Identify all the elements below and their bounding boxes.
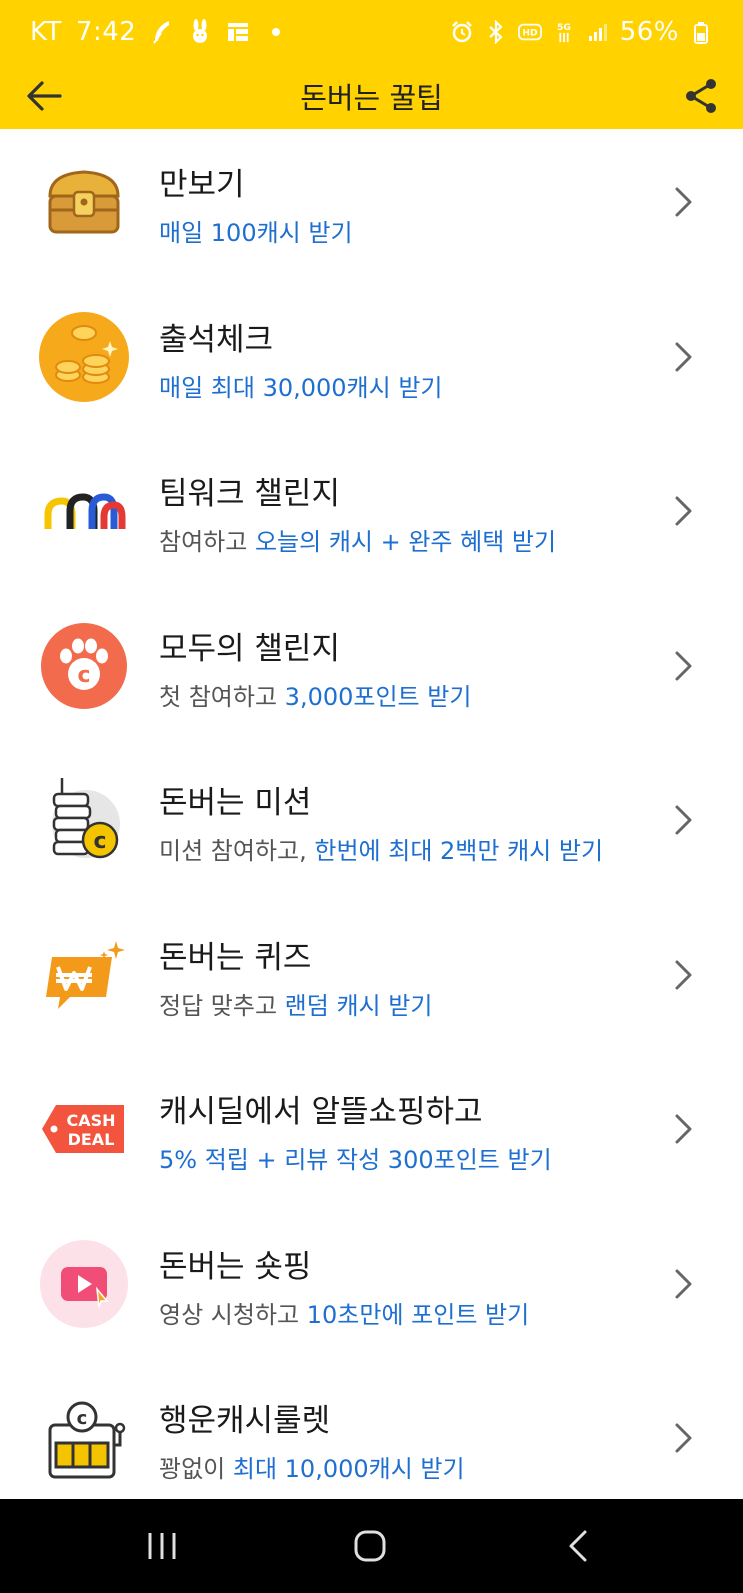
- list-item-earning-mission[interactable]: c 돈버는 미션 미션 참여하고, 한번에 최대 2백만 캐시 받기: [0, 747, 743, 902]
- subtitle-highlight: 3,000포인트 받기: [284, 682, 472, 711]
- rabbit-notification-icon: [188, 18, 212, 46]
- list-item-cash-deal[interactable]: CASH DEAL 캐시딜에서 알뜰쇼핑하고 5% 적립 + 리뷰 작성 300…: [0, 1056, 743, 1211]
- item-subtitle: 매일 최대 30,000캐시 받기: [159, 368, 443, 403]
- item-title: 모두의 챌린지: [159, 630, 340, 667]
- subtitle-plain: 참여하고: [159, 528, 255, 556]
- list-item-attendance[interactable]: 출석체크 매일 최대 30,000캐시 받기: [0, 284, 743, 439]
- share-button[interactable]: [679, 74, 723, 118]
- chevron-right-icon: [675, 342, 692, 371]
- tips-list: 만보기 매일 100캐시 받기 출석체크 매일 최대 30,000캐시 받기 팀…: [0, 129, 743, 1520]
- list-item-earning-shopping[interactable]: 돈버는 숏핑 영상 시청하고 10초만에 포인트 받기: [0, 1211, 743, 1366]
- feather-notification-icon: [150, 18, 174, 46]
- dot-notification-icon: [264, 18, 288, 46]
- item-title: 돈버는 퀴즈: [159, 939, 312, 976]
- subtitle-plain: 꽝없이: [159, 1455, 233, 1483]
- battery-icon: [689, 18, 713, 46]
- svg-text:c: c: [93, 829, 106, 854]
- svg-text:c: c: [77, 663, 90, 688]
- video-play-icon: [38, 1238, 130, 1330]
- subtitle-highlight: 5% 적립 + 리뷰 작성 300포인트 받기: [159, 1146, 552, 1174]
- paw-coin-icon: c: [38, 620, 130, 712]
- alarm-icon: [450, 18, 474, 46]
- 5g-signal-icon: 5G: [552, 18, 576, 46]
- item-title: 만보기: [159, 167, 245, 203]
- subtitle-highlight: 랜덤 캐시 받기: [284, 991, 433, 1020]
- item-title: 돈버는 숏핑: [159, 1248, 312, 1285]
- system-navigation-bar: [0, 1499, 743, 1593]
- list-item-pedometer[interactable]: 만보기 매일 100캐시 받기: [0, 129, 743, 284]
- app-header: KT 7:42 HD 5G 56% 돈버는 꿀팁: [0, 0, 743, 129]
- item-subtitle: 꽝없이 최대 10,000캐시 받기: [159, 1449, 465, 1484]
- system-back-button[interactable]: [548, 1521, 608, 1571]
- title-bar: 돈버는 꿀팁: [0, 66, 743, 129]
- bluetooth-icon: [484, 18, 508, 46]
- coin-stack-icon: c: [38, 774, 130, 866]
- subtitle-highlight: 매일 최대 30,000캐시 받기: [159, 373, 443, 402]
- cell-signal-icon: [586, 18, 610, 46]
- item-title: 팀워크 챌린지: [159, 476, 340, 512]
- clock-time: 7:42: [75, 17, 137, 47]
- chevron-right-icon: [675, 1269, 692, 1298]
- home-icon: [354, 1530, 386, 1562]
- quiz-won-icon: [38, 929, 130, 1021]
- subtitle-highlight: 최대 10,000캐시 받기: [232, 1455, 465, 1483]
- cash-deal-tag-icon: CASH DEAL: [38, 1083, 130, 1175]
- recent-apps-button[interactable]: [132, 1521, 192, 1571]
- chevron-right-icon: [675, 187, 692, 217]
- svg-text:5G: 5G: [557, 22, 571, 33]
- page-title: 돈버는 꿀팁: [300, 81, 443, 115]
- list-item-earning-quiz[interactable]: 돈버는 퀴즈 정답 맞추고 랜덤 캐시 받기: [0, 902, 743, 1057]
- slot-machine-icon: c: [38, 1392, 130, 1484]
- item-subtitle: 참여하고 오늘의 캐시 + 완주 혜택 받기: [159, 522, 556, 557]
- deal-tag-text: DEAL: [68, 1130, 115, 1149]
- treasure-chest-icon: [38, 156, 130, 248]
- chevron-right-icon: [675, 496, 692, 526]
- item-subtitle: 정답 맞추고 랜덤 캐시 받기: [159, 986, 432, 1021]
- chevron-right-icon: [675, 1423, 692, 1453]
- cash-tag-text: CASH: [66, 1111, 115, 1130]
- battery-percent: 56%: [619, 17, 679, 47]
- subtitle-plain: 영상 시청하고: [159, 1300, 307, 1329]
- gold-coins-icon: [38, 311, 130, 403]
- list-item-lucky-roulette[interactable]: c 행운캐시룰렛 꽝없이 최대 10,000캐시 받기: [0, 1365, 743, 1520]
- home-button[interactable]: [340, 1521, 400, 1571]
- item-title: 캐시딜에서 알뜰쇼핑하고: [159, 1094, 483, 1130]
- item-title: 행운캐시룰렛: [159, 1403, 331, 1439]
- subtitle-highlight: 한번에 최대 2백만 캐시 받기: [314, 837, 604, 865]
- item-subtitle: 매일 100캐시 받기: [159, 213, 353, 248]
- item-title: 돈버는 미션: [159, 785, 312, 821]
- chevron-left-icon: [569, 1530, 587, 1562]
- subtitle-plain: 미션 참여하고,: [159, 837, 315, 865]
- item-subtitle: 영상 시청하고 10초만에 포인트 받기: [159, 1295, 529, 1330]
- chevron-right-icon: [675, 651, 692, 680]
- item-subtitle: 첫 참여하고 3,000포인트 받기: [159, 677, 471, 712]
- subtitle-highlight: 오늘의 캐시 + 완주 혜택 받기: [254, 528, 557, 556]
- carrier-label: KT: [30, 17, 62, 47]
- chevron-right-icon: [675, 1114, 692, 1144]
- svg-text:c: c: [77, 1408, 88, 1429]
- item-title: 출석체크: [159, 321, 274, 358]
- list-item-teamwork-challenge[interactable]: 팀워크 챌린지 참여하고 오늘의 캐시 + 완주 혜택 받기: [0, 438, 743, 593]
- subtitle-plain: 정답 맞추고: [159, 991, 285, 1020]
- item-subtitle: 5% 적립 + 리뷰 작성 300포인트 받기: [159, 1140, 552, 1175]
- subtitle-highlight: 매일 100캐시 받기: [159, 219, 353, 247]
- subtitle-plain: 첫 참여하고: [159, 682, 285, 711]
- chevron-right-icon: [675, 805, 692, 835]
- grid-notification-icon: [226, 18, 250, 46]
- item-subtitle: 미션 참여하고, 한번에 최대 2백만 캐시 받기: [159, 831, 603, 866]
- status-bar: KT 7:42 HD 5G 56%: [0, 0, 743, 66]
- chevron-right-icon: [675, 960, 692, 989]
- svg-text:HD: HD: [522, 28, 538, 39]
- subtitle-highlight: 10초만에 포인트 받기: [306, 1300, 530, 1329]
- recent-apps-icon: [148, 1533, 176, 1559]
- share-icon: [686, 79, 716, 113]
- teamwork-arches-icon: [38, 465, 130, 557]
- list-item-everyone-challenge[interactable]: c 모두의 챌린지 첫 참여하고 3,000포인트 받기: [0, 593, 743, 748]
- hd-voice-icon: HD: [517, 18, 542, 46]
